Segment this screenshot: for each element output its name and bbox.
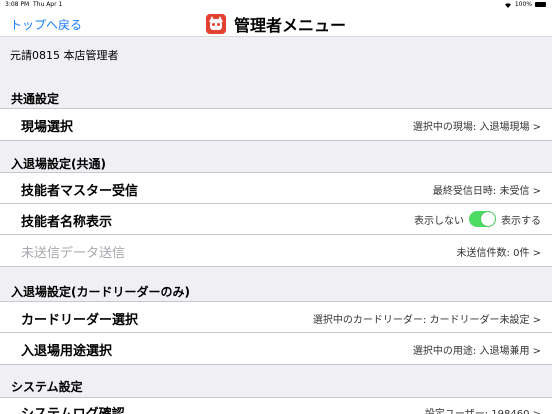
status-bar: 3:08 PM Thu Apr 1 100%: [0, 0, 552, 10]
row-label: 技能者名称表示: [21, 215, 113, 230]
wifi-icon: [504, 2, 511, 8]
section-header-entry-common: 入退場設定(共通): [11, 157, 106, 171]
status-date: Thu Apr 1: [33, 1, 63, 8]
battery-icon: [535, 2, 546, 7]
group-entry-common: 技能者マスター受信 最終受信日時: 未受信 > 技能者名称表示 表示しない 表示…: [0, 172, 552, 267]
row-value: 選択中の用途: 入退場兼用 >: [412, 346, 541, 357]
name-display-toggle-group: 表示しない 表示する: [414, 211, 541, 227]
status-time-date: 3:08 PM Thu Apr 1: [5, 1, 62, 8]
dog-logo-icon: [205, 14, 226, 34]
row-card-reader-select[interactable]: カードリーダー選択 選択中のカードリーダー: カードリーダー未設定 >: [0, 302, 552, 333]
row-master-receive[interactable]: 技能者マスター受信 最終受信日時: 未受信 >: [0, 173, 552, 204]
row-purpose-select[interactable]: 入退場用途選択 選択中の用途: 入退場兼用 >: [0, 333, 552, 364]
navigation-bar: トップへ戻る 管理者メニュー: [0, 10, 552, 37]
group-card-reader: カードリーダー選択 選択中のカードリーダー: カードリーダー未設定 > 入退場用…: [0, 301, 552, 365]
status-time: 3:08 PM: [5, 1, 30, 8]
row-label: 現場選択: [21, 120, 74, 135]
toggle-off-label: 表示しない: [414, 215, 464, 227]
nav-title-group: 管理者メニュー: [0, 12, 552, 36]
user-label: 元請0815 本店管理者: [10, 49, 119, 62]
page-title: 管理者メニュー: [233, 16, 346, 35]
row-label: カードリーダー選択: [21, 313, 139, 328]
row-name-display: 技能者名称表示 表示しない 表示する: [0, 204, 552, 235]
status-right: 100%: [504, 1, 546, 8]
row-label: 技能者マスター受信: [21, 184, 139, 199]
row-value: 最終受信日時: 未受信 >: [432, 186, 541, 197]
row-unsent-data[interactable]: 未送信データ送信 未送信件数: 0件 >: [0, 235, 552, 266]
row-label: 未送信データ送信: [21, 246, 126, 261]
section-header-card-reader: 入退場設定(カードリーダーのみ): [11, 285, 190, 299]
row-value: 選択中の現場: 入退場現場 >: [412, 122, 541, 133]
section-header-system: システム設定: [11, 380, 83, 394]
battery-percent: 100%: [514, 1, 532, 8]
row-value: 選択中のカードリーダー: カードリーダー未設定 >: [312, 315, 541, 326]
name-display-toggle[interactable]: [469, 211, 496, 227]
toggle-knob: [481, 212, 495, 226]
row-value: 設定ユーザー: 198460 >: [425, 405, 541, 414]
group-system: システムログ確認 設定ユーザー: 198460 >: [0, 397, 552, 414]
row-system-log[interactable]: システムログ確認 設定ユーザー: 198460 >: [0, 398, 552, 414]
row-label: システムログ確認: [21, 403, 125, 414]
section-header-common: 共通設定: [11, 92, 60, 106]
toggle-on-label: 表示する: [501, 215, 541, 227]
row-value: 未送信件数: 0件 >: [456, 248, 541, 259]
row-label: 入退場用途選択: [21, 344, 113, 359]
group-common: 現場選択 選択中の現場: 入退場現場 >: [0, 108, 552, 141]
row-site-select[interactable]: 現場選択 選択中の現場: 入退場現場 >: [0, 109, 552, 140]
